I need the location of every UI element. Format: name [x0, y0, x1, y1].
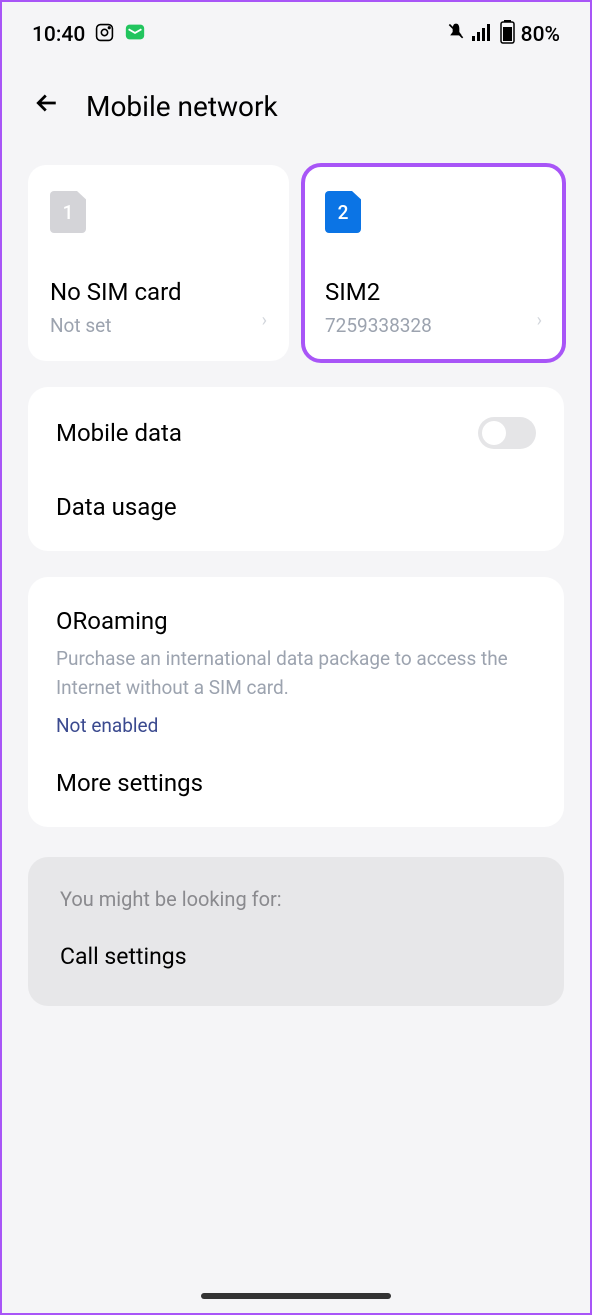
sim-2-subtitle: 7259338328 [325, 314, 542, 337]
oroaming-description: Purchase an international data package t… [56, 645, 536, 702]
status-bar: 10:40 80% [2, 2, 590, 60]
sim-2-title: SIM2 [325, 278, 542, 306]
sim-icon-2: 2 [325, 191, 361, 233]
mobile-data-label: Mobile data [56, 419, 182, 447]
navigation-bar-handle[interactable] [201, 1293, 391, 1299]
chevron-right-icon: › [262, 310, 267, 331]
mobile-data-toggle[interactable] [478, 417, 536, 449]
sim-card-1[interactable]: 1 No SIM card Not set › [28, 165, 289, 361]
looking-for-label: You might be looking for: [60, 887, 532, 911]
call-settings-link[interactable]: Call settings [60, 943, 532, 970]
sim-1-subtitle: Not set [50, 314, 267, 337]
sim-icon-1: 1 [50, 191, 86, 233]
more-settings-row[interactable]: More settings [28, 747, 564, 819]
message-icon [124, 21, 146, 49]
oroaming-title: ORoaming [56, 607, 536, 635]
roaming-card: ORoaming Purchase an international data … [28, 577, 564, 827]
back-arrow-icon[interactable] [32, 88, 62, 125]
data-usage-row[interactable]: Data usage [28, 471, 564, 543]
oroaming-row[interactable]: ORoaming Purchase an international data … [28, 585, 564, 747]
sim-cards-row: 1 No SIM card Not set › 2 SIM2 725933832… [2, 165, 590, 361]
status-time: 10:40 [32, 23, 85, 47]
sim-card-2[interactable]: 2 SIM2 7259338328 › [303, 165, 564, 361]
mute-icon [446, 22, 466, 48]
battery-icon [500, 20, 515, 50]
looking-for-card: You might be looking for: Call settings [28, 857, 564, 1006]
data-usage-label: Data usage [56, 493, 177, 521]
more-settings-label: More settings [56, 769, 203, 797]
mobile-data-row[interactable]: Mobile data [28, 395, 564, 471]
page-title: Mobile network [86, 90, 278, 123]
header: Mobile network [2, 60, 590, 155]
oroaming-status: Not enabled [56, 714, 536, 737]
battery-percent: 80% [521, 23, 560, 47]
instagram-icon [95, 23, 114, 48]
data-card: Mobile data Data usage [28, 387, 564, 551]
sim-1-title: No SIM card [50, 278, 267, 306]
signal-icon [472, 23, 494, 47]
chevron-right-icon: › [537, 310, 542, 331]
